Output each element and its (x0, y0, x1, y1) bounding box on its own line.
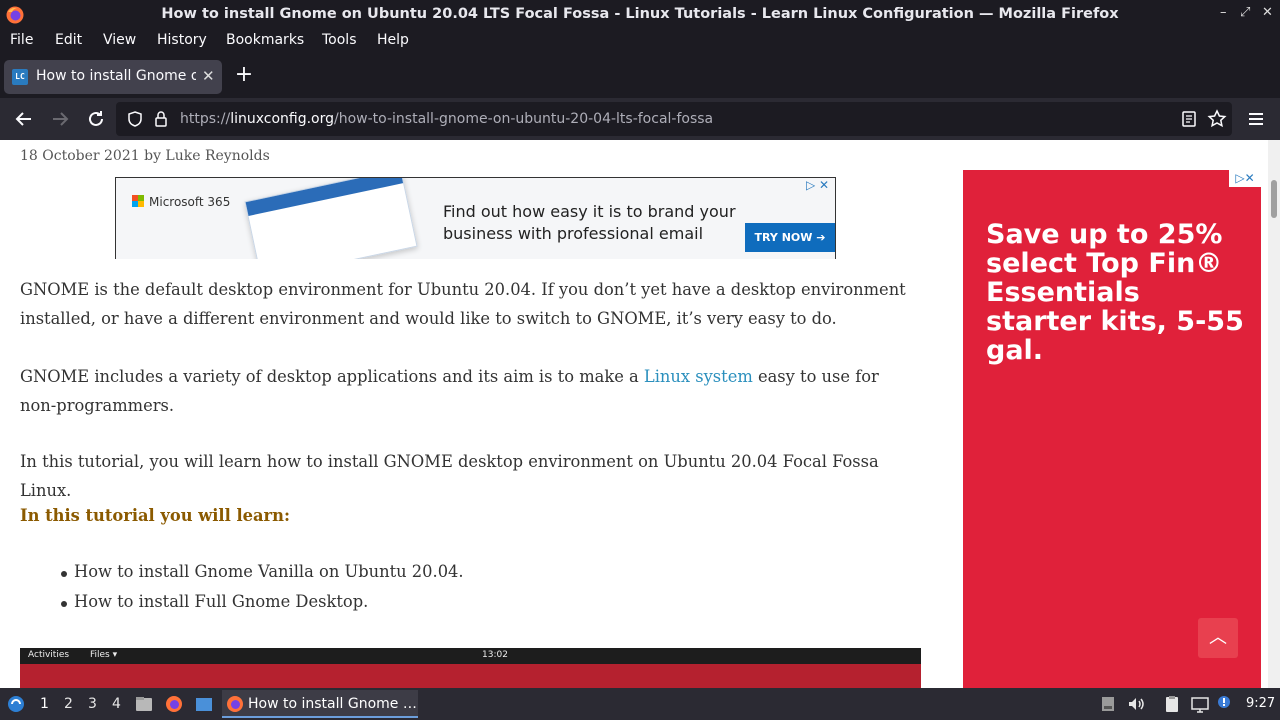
reader-view-icon[interactable] (1180, 110, 1198, 128)
ad-brand-label: Microsoft 365 (149, 195, 231, 209)
menu-bar: File Edit View History Bookmarks Tools H… (0, 30, 1280, 54)
tab-active[interactable]: LC How to install Gnome on Ubuntu 20.04 … (4, 60, 222, 94)
lock-icon[interactable] (152, 110, 170, 128)
new-tab-button[interactable]: + (232, 64, 256, 88)
ad-sidebar-copy: Save up to 25% select Top Fin® Essential… (986, 219, 1244, 366)
taskbar-window-firefox[interactable]: How to install Gnome … (222, 690, 418, 718)
screenshot-clock: 13:02 (482, 650, 508, 660)
workspace-2[interactable]: 2 (64, 696, 73, 712)
clipboard-icon[interactable] (1162, 694, 1182, 714)
taskbar-clock: 9:27 (1246, 696, 1276, 711)
tray-drive-icon[interactable] (1098, 694, 1118, 714)
screenshot-activities: Activities (28, 650, 70, 660)
menu-tools[interactable]: Tools (322, 32, 357, 48)
scrollbar-thumb[interactable] (1271, 180, 1277, 218)
linux-system-link[interactable]: Linux system (644, 367, 753, 386)
workspace-4[interactable]: 4 (112, 696, 121, 712)
url-host: linuxconfig.org (230, 111, 335, 127)
ad-brand: Microsoft 365 (132, 195, 230, 209)
reload-icon[interactable] (84, 107, 108, 131)
close-window-button[interactable]: ✕ (1262, 5, 1273, 20)
display-icon[interactable] (1190, 694, 1210, 714)
ad-banner-microsoft[interactable]: Microsoft 365 Find out how easy it is to… (115, 177, 836, 259)
menu-help[interactable]: Help (377, 32, 409, 48)
volume-icon[interactable] (1126, 694, 1146, 714)
menu-history[interactable]: History (157, 32, 207, 48)
url-bar[interactable]: https://linuxconfig.org/how-to-install-g… (116, 102, 1232, 136)
forward-arrow-icon[interactable] (48, 107, 72, 131)
window-titlebar: How to install Gnome on Ubuntu 20.04 LTS… (0, 0, 1280, 30)
article-paragraph-1: GNOME is the default desktop environment… (20, 280, 906, 328)
hamburger-menu-icon[interactable] (1244, 107, 1268, 131)
system-taskbar: 1 2 3 4 How to install Gnome … 9:27 (0, 688, 1280, 720)
url-path: /how-to-install-gnome-on-ubuntu-20-04-lt… (334, 111, 714, 127)
ad-choices-icon[interactable]: ▷✕ (1229, 170, 1261, 187)
taskbar-window-label: How to install Gnome … (248, 696, 417, 712)
page-scrollbar[interactable] (1268, 140, 1280, 688)
ad-line-1: Find out how easy it is to brand your (443, 202, 736, 221)
tab-bar: LC How to install Gnome on Ubuntu 20.04 … (0, 54, 1280, 98)
ad-choices-icon[interactable]: ▷ ✕ (806, 178, 829, 192)
site-favicon-icon: LC (12, 69, 28, 85)
window-title: How to install Gnome on Ubuntu 20.04 LTS… (161, 6, 1119, 22)
ad-product-image (244, 178, 418, 259)
maximize-button[interactable]: ⤢ (1240, 5, 1250, 20)
list-item: How to install Gnome Vanilla on Ubuntu 2… (61, 562, 464, 592)
learn-list: How to install Gnome Vanilla on Ubuntu 2… (61, 562, 464, 622)
nav-bar: https://linuxconfig.org/how-to-install-g… (0, 98, 1280, 140)
screenshot-files-menu: Files ▾ (90, 650, 118, 660)
learn-heading: In this tutorial you will learn: (20, 506, 290, 525)
ad-line-2: business with professional email (443, 224, 704, 243)
ad-sidebar[interactable]: ▷✕ Save up to 25% select Top Fin® Essent… (963, 170, 1261, 688)
workspace-1[interactable]: 1 (40, 696, 49, 712)
page-content: 18 October 2021 by Luke Reynolds Microso… (0, 140, 1268, 688)
scroll-to-top-button[interactable]: ︿ (1198, 618, 1238, 658)
tab-label: How to install Gnome on Ubuntu 20.04 LTS… (36, 68, 196, 84)
window-list-icon[interactable] (194, 694, 214, 714)
ad-image-bar (245, 178, 404, 216)
url-text[interactable]: https://linuxconfig.org/how-to-install-g… (180, 111, 713, 127)
article-paragraph-3: In this tutorial, you will learn how to … (20, 452, 879, 500)
start-menu-icon[interactable] (6, 694, 26, 714)
article-screenshot: Activities Files ▾ 13:02 (20, 648, 921, 688)
article-paragraph-2: GNOME includes a variety of desktop appl… (20, 363, 910, 420)
screenshot-desktop (20, 664, 921, 688)
file-manager-icon[interactable] (134, 694, 154, 714)
url-scheme: https:// (180, 111, 231, 127)
back-arrow-icon[interactable] (12, 107, 36, 131)
microsoft-logo-icon (132, 195, 144, 207)
menu-file[interactable]: File (10, 32, 33, 48)
firefox-window-icon (227, 696, 243, 712)
tab-close-button[interactable]: ✕ (202, 67, 215, 85)
minimize-button[interactable]: – (1220, 5, 1227, 20)
shield-icon[interactable] (126, 110, 144, 128)
list-item: How to install Full Gnome Desktop. (61, 592, 464, 622)
article-byline: 18 October 2021 by Luke Reynolds (20, 148, 270, 164)
ad-text: Find out how easy it is to brand your bu… (443, 201, 743, 245)
notification-icon[interactable] (1214, 694, 1234, 714)
paragraph-2-text-start: GNOME includes a variety of desktop appl… (20, 367, 644, 386)
workspace-3[interactable]: 3 (88, 696, 97, 712)
firefox-launcher-icon[interactable] (164, 694, 184, 714)
bookmark-star-icon[interactable] (1207, 109, 1227, 129)
menu-bookmarks[interactable]: Bookmarks (226, 32, 304, 48)
menu-edit[interactable]: Edit (55, 32, 82, 48)
screenshot-topbar: Activities Files ▾ 13:02 (20, 648, 921, 664)
ad-try-now-button[interactable]: TRY NOW ➔ (745, 223, 835, 252)
menu-view[interactable]: View (103, 32, 136, 48)
